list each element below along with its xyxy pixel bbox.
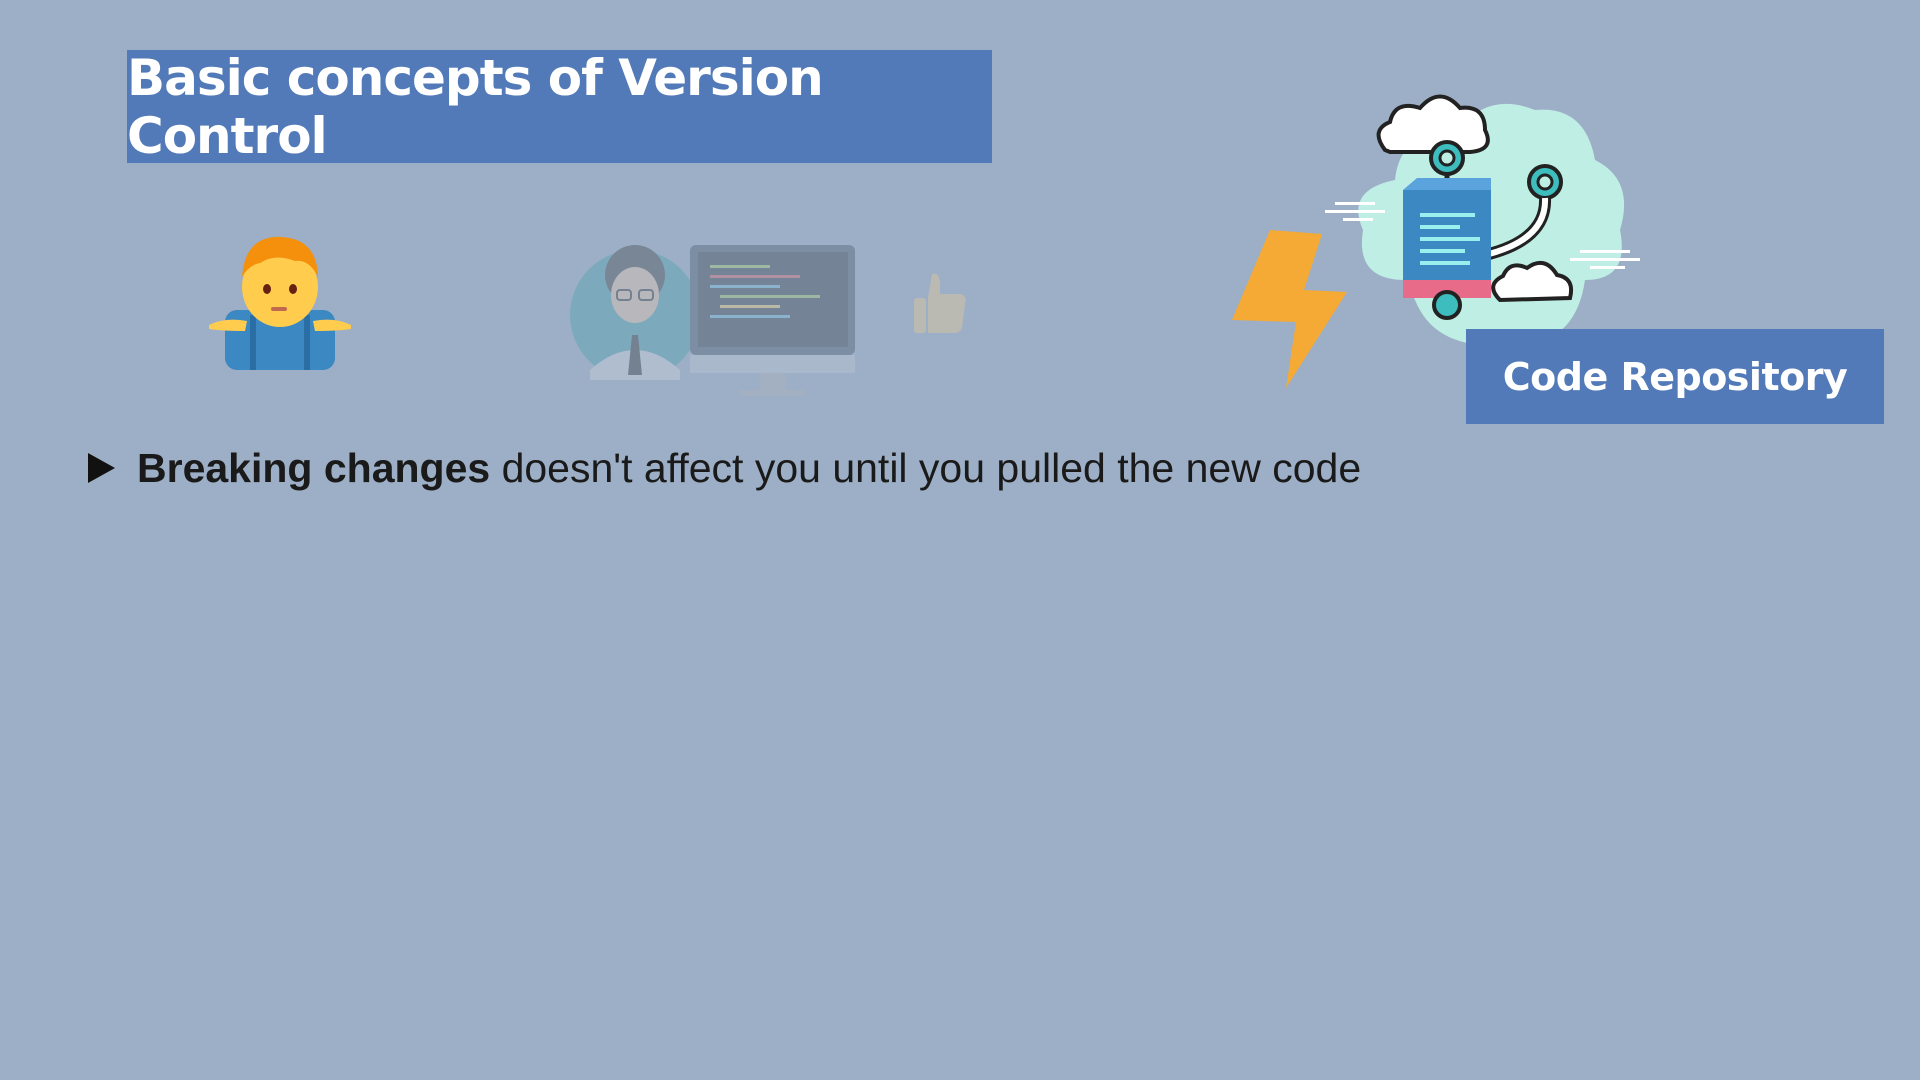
developer-at-computer-icon: [570, 245, 855, 396]
cloud-repository-icon: [1325, 94, 1640, 346]
code-repository-label: Code Repository: [1466, 329, 1884, 424]
slide: Basic concepts of Version Control Code R…: [0, 0, 1920, 1080]
bullet-rest: doesn't affect you until you pulled the …: [490, 444, 1362, 491]
thumbs-up-icon: [914, 273, 966, 333]
bullet-item: Breaking changes doesn't affect you unti…: [88, 438, 1361, 498]
slide-title: Basic concepts of Version Control: [127, 49, 992, 165]
triangle-bullet-icon: [88, 453, 115, 483]
bullet-emphasis: Breaking changes: [137, 444, 491, 491]
person-shrugging-icon: [209, 236, 351, 370]
bullet-text: Breaking changes doesn't affect you unti…: [137, 445, 1361, 492]
